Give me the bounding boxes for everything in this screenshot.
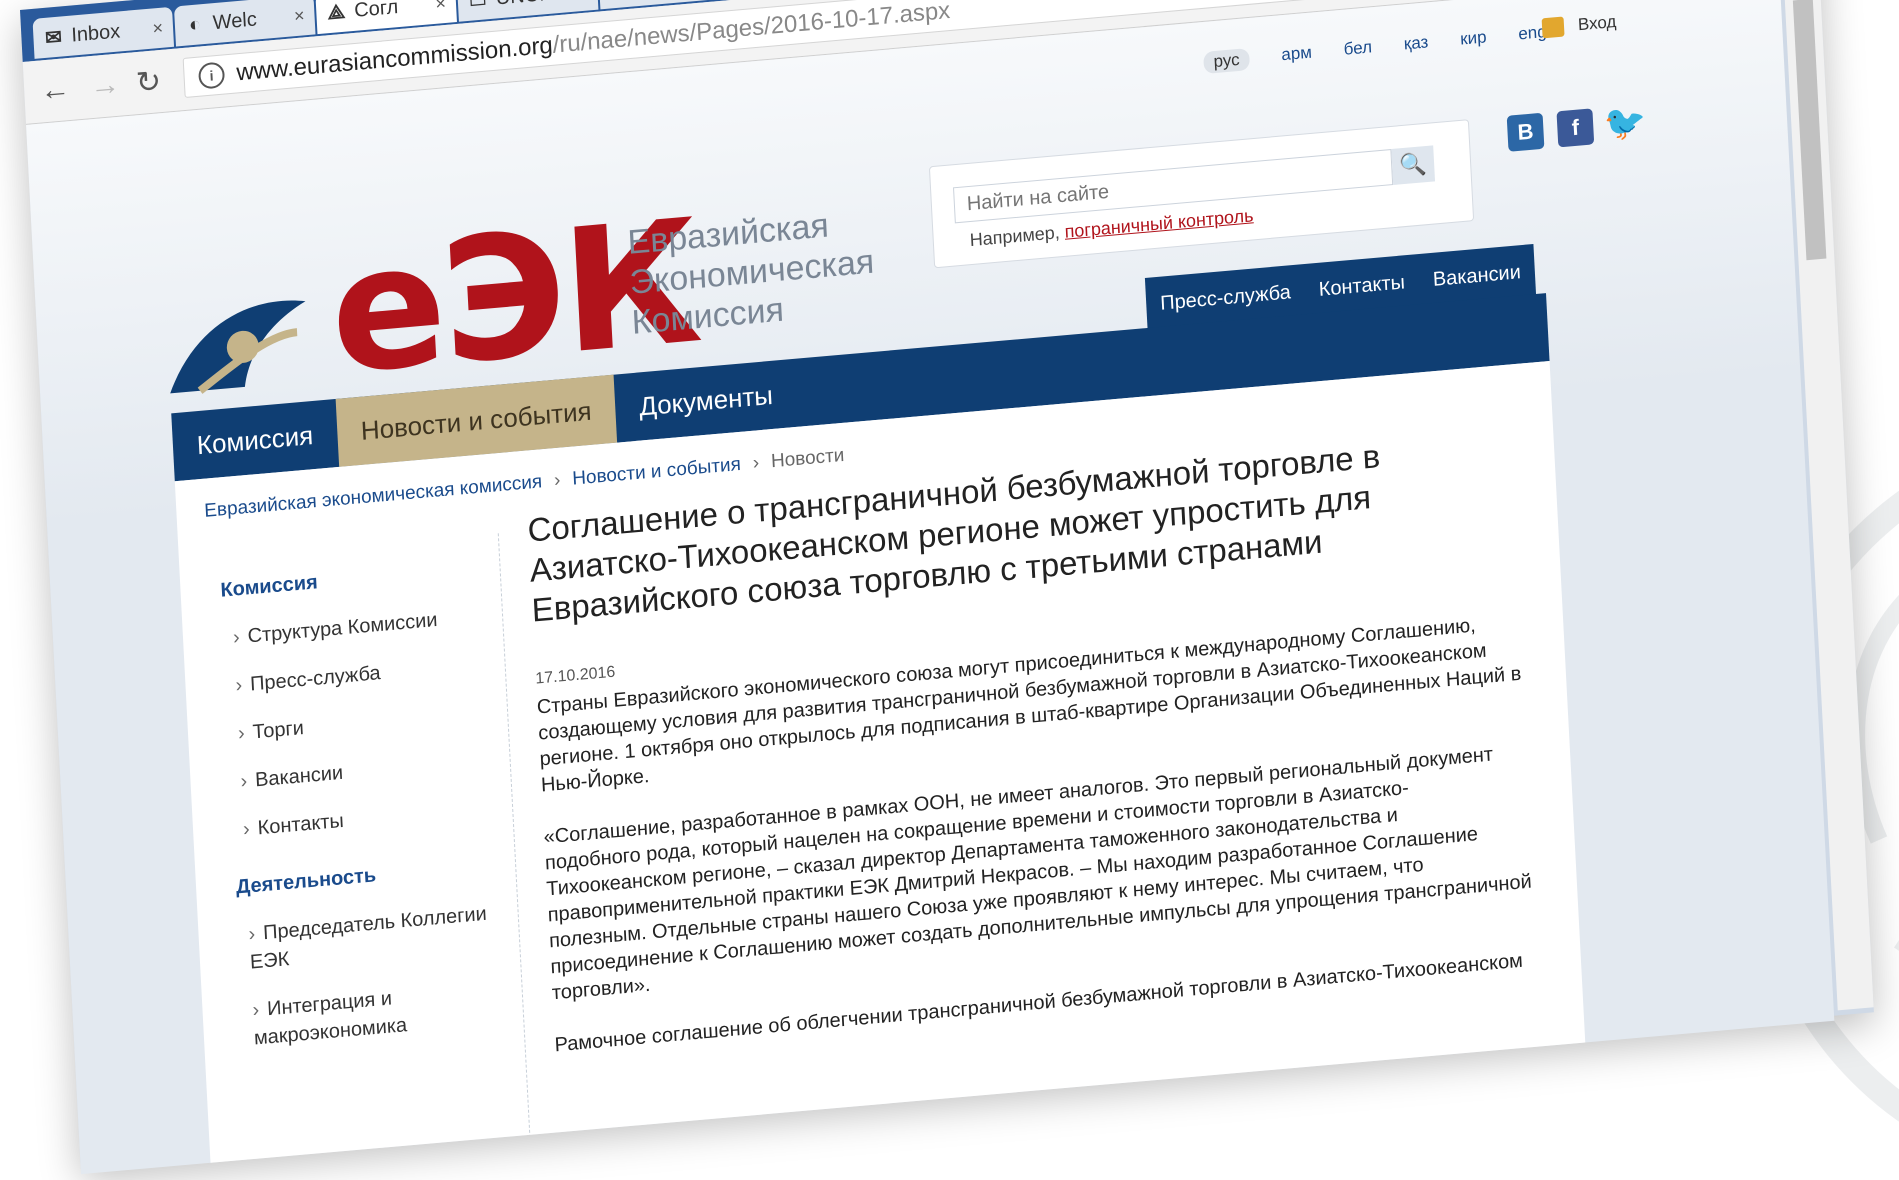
language-option[interactable]: рус [1203,48,1251,75]
web-page: рус арм бел қаз кир eng Вход еЭК Евразийская … [26,0,1835,1175]
url-host: www.eurasiancommission.org [235,31,554,87]
language-option[interactable]: бел [1343,37,1372,61]
article: Соглашение о трансграничной безбумажной … [527,424,1553,1085]
mail-icon: ✉ [44,25,63,50]
reload-icon[interactable]: ↻ [135,64,162,101]
chevron-right-icon: › [237,722,246,745]
top-nav-contacts[interactable]: Контакты [1318,271,1405,302]
content-area: Евразийская экономическая комиссия › Новос… [174,361,1587,1175]
sidebar: Комиссия › Структура Комиссии › Пресс-служб… [198,533,532,1175]
sidebar-item-label: Торги [252,717,305,744]
top-nav-vacancies[interactable]: Вакансии [1432,261,1521,292]
tab-title: Inbox [70,19,121,47]
sidebar-item-label: Контакты [257,809,345,840]
chevron-right-icon: › [232,626,241,649]
chevron-right-icon: › [251,998,260,1022]
chevron-right-icon: › [248,923,256,946]
login-link[interactable]: Вход [1541,11,1617,39]
site-search: 🔍 Например, пограничный контроль [928,119,1475,269]
back-icon[interactable]: ← [39,72,71,109]
language-option[interactable]: қаз [1403,32,1429,56]
sidebar-item-label: Вакансии [254,761,344,792]
social-links: В f 🐦 [1506,103,1658,152]
close-tab-icon[interactable]: × [293,5,305,27]
login-label: Вход [1577,11,1617,35]
welcome-icon: ◐ [188,12,202,36]
sidebar-item-label: Структура Комиссии [247,608,438,648]
close-tab-icon[interactable]: × [576,0,588,2]
org-name: Евразийская Экономическая Комиссия [627,202,878,343]
lock-icon [1541,16,1565,39]
close-tab-icon[interactable]: × [435,0,447,14]
tab-title: Согл [353,0,399,22]
tab-title: Welc [212,7,258,34]
site-info-icon[interactable]: i [197,61,226,90]
vk-icon[interactable]: В [1506,112,1545,152]
document-icon: 🗋 [467,0,488,11]
close-tab-icon[interactable]: × [152,17,164,39]
chevron-right-icon: › [242,818,251,841]
search-icon[interactable]: 🔍 [1391,145,1436,185]
language-option[interactable]: кир [1460,27,1487,51]
breadcrumb-item[interactable]: Евразийская экономическая комиссия [204,471,543,522]
sidebar-item-label: Интеграция и макроэкономика [253,987,408,1050]
facebook-icon[interactable]: f [1556,108,1595,148]
twitter-icon[interactable]: 🐦 [1603,103,1647,145]
eec-icon: ⟁ [326,0,346,24]
language-switcher: рус арм бел қаз кир eng [1203,19,1579,75]
scrollbar-thumb[interactable] [1792,0,1827,261]
breadcrumb-current: Новости [770,444,845,473]
eec-emblem-icon[interactable] [154,270,320,404]
browser-window: ✉Inbox×◐Welc×⟁Согл×🗋UNCI×EModu×EUNNI×Gas… [20,0,1874,1175]
tab-title: UNCI [495,0,566,10]
chevron-right-icon: › [240,770,248,793]
breadcrumb-item[interactable]: Новости и события [572,454,742,490]
language-option[interactable]: арм [1281,43,1313,68]
search-hint-prefix: Например, [969,222,1061,251]
chevron-right-icon: › [234,674,243,697]
top-nav-press[interactable]: Пресс-служба [1160,281,1292,315]
forward-icon[interactable]: → [89,68,121,105]
sidebar-item-label: Председатель Коллегии ЕЭК [249,902,488,974]
sidebar-item-label: Пресс-служба [249,662,382,696]
